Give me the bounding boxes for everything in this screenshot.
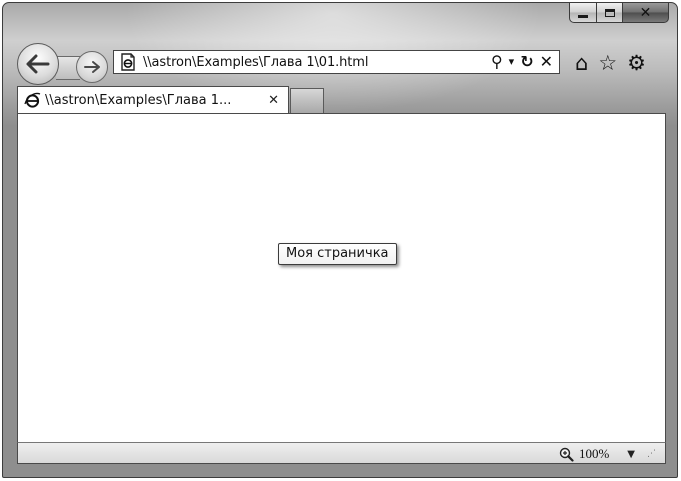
new-tab-button[interactable] <box>290 88 324 113</box>
zoom-dropdown-icon[interactable]: ▼ <box>627 449 635 460</box>
minimize-icon <box>578 15 588 18</box>
zoom-level: 100% <box>578 446 610 461</box>
address-url[interactable]: \\astron\Examples\Глава 1\01.html <box>143 55 368 70</box>
forward-button[interactable] <box>76 51 108 83</box>
maximize-icon <box>604 8 615 17</box>
home-icon[interactable]: ⌂ <box>575 52 588 74</box>
command-icons: ⌂ ☆ ⚙ <box>575 50 646 76</box>
stop-icon[interactable]: ✕ <box>540 53 553 71</box>
address-dropdown-icon[interactable]: ▾ <box>509 53 515 71</box>
ie-logo-icon <box>23 92 41 110</box>
ie-page-icon <box>117 51 139 73</box>
close-icon: ✕ <box>639 4 652 21</box>
address-tools: ⚲ ▾ ↻ ✕ <box>491 52 553 72</box>
search-icon[interactable]: ⚲ <box>491 53 503 71</box>
refresh-icon[interactable]: ↻ <box>520 53 533 71</box>
zoom-control[interactable]: 100% ▼ ⋰ <box>559 444 656 464</box>
resize-grip-icon[interactable]: ⋰ <box>647 449 656 459</box>
caption-buttons: ✕ <box>569 3 669 25</box>
address-bar[interactable]: \\astron\Examples\Глава 1\01.html ⚲ ▾ ↻ … <box>113 50 560 74</box>
page-content <box>17 113 666 443</box>
zoom-icon <box>559 446 575 462</box>
back-button[interactable] <box>17 43 59 85</box>
minimize-button[interactable] <box>569 3 597 23</box>
favorites-icon[interactable]: ☆ <box>598 52 617 74</box>
status-bar: 100% ▼ ⋰ <box>17 442 666 464</box>
close-window-button[interactable]: ✕ <box>623 3 669 23</box>
back-arrow-icon <box>26 54 50 74</box>
maximize-button[interactable] <box>597 3 623 23</box>
gear-icon[interactable]: ⚙ <box>627 52 646 74</box>
page-title-tooltip: Моя страничка <box>278 243 397 265</box>
tab-close-icon[interactable]: ✕ <box>268 93 279 108</box>
tab-current-page[interactable]: \\astron\Examples\Глава 1... ✕ <box>17 86 289 114</box>
forward-arrow-icon <box>84 61 100 73</box>
tab-label: \\astron\Examples\Глава 1... <box>45 93 232 108</box>
